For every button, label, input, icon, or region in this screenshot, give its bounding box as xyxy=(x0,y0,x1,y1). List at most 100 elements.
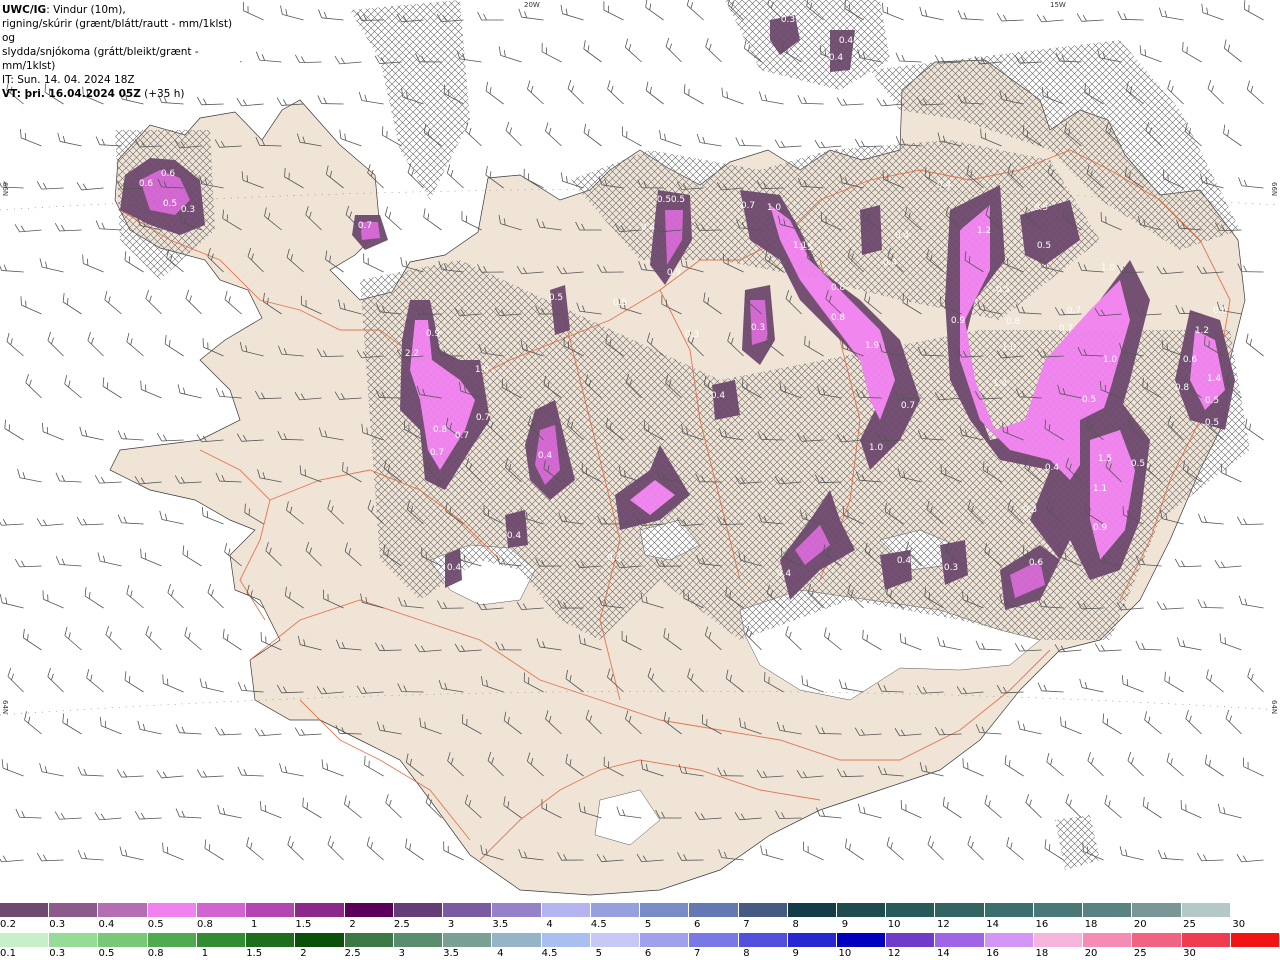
colorbar-label: 0.2 xyxy=(0,919,16,930)
precip-value-label: 0.5 xyxy=(1034,203,1048,213)
colorbar-label: 4 xyxy=(546,919,553,930)
precip-value-label: 2.2 xyxy=(405,349,419,359)
colorbar-label: 3.5 xyxy=(492,919,509,930)
colorbar-cell xyxy=(541,933,591,947)
forecast-map[interactable]: 0.3 0.4 0.4 0.5 0.6 0.6 0.5 0.3 0.7 2.2 0.9 0.8 0.7 0… xyxy=(0,0,1280,902)
precip-value-label: 0.5 xyxy=(1131,459,1145,469)
colorbar-label: 14 xyxy=(937,948,950,959)
colorbar-label: 20 xyxy=(1133,919,1147,930)
precip-value-label: 0.3 xyxy=(944,563,958,573)
colorbar-label: 8 xyxy=(743,948,750,959)
colorbar-label: 0.8 xyxy=(147,948,164,959)
colorbar-cell xyxy=(689,903,739,917)
colorbar-label: 7 xyxy=(743,919,750,930)
precip-value-label: 0.8 xyxy=(1175,383,1190,393)
colorbar-cell xyxy=(295,903,345,917)
precip-value-label: 0.9 xyxy=(426,329,441,339)
snow-colorbar-labels: 0.2 0.3 0.4 0.5 0.8 1 1.5 2 2.5 3 3.5 4 4.5 5 6 7 8 9 10 12… xyxy=(0,919,1280,931)
precip-value-label: 0.3 xyxy=(1023,505,1037,515)
precip-value-label: 0.7 xyxy=(901,401,915,411)
colorbar-label: 0.3 xyxy=(49,919,66,930)
colorbar-cell xyxy=(344,933,394,947)
snow-colorbar xyxy=(0,903,1280,917)
precip-value-label: 1.0 xyxy=(475,365,490,375)
title-line1: : Vindur (10m), xyxy=(46,4,126,16)
precip-value-label: 1.4 xyxy=(993,379,1008,389)
lead-time: (+35 h) xyxy=(140,88,185,100)
init-time: IT: Sun. 14. 04. 2024 18Z xyxy=(2,74,135,86)
precip-value-label: 0.5 xyxy=(996,285,1010,295)
precip-value-label: 1.9 xyxy=(865,341,880,351)
precip-value-label: 0.4 xyxy=(1045,463,1060,473)
precip-value-label: 0.4 xyxy=(641,223,656,233)
precip-value-label: 0.5 xyxy=(657,195,671,205)
colorbar-cell xyxy=(1230,903,1280,917)
precip-value-label: 0.8 xyxy=(831,313,846,323)
colorbar-cell xyxy=(787,903,837,917)
precip-value-label: 0.4 xyxy=(711,391,726,401)
title-line3: slydda/snjókoma (grátt/bleikt/grænt - mm… xyxy=(2,46,199,72)
coord-64n-right: 64N xyxy=(1270,700,1278,714)
precip-value-label: 0.3 xyxy=(781,15,795,25)
colorbar-cell xyxy=(836,903,887,917)
precip-value-label: 0.9 xyxy=(951,316,966,326)
colorbar-label: 16 xyxy=(1035,919,1049,930)
precip-value-label: 0.7 xyxy=(430,448,444,458)
colorbar-label: 30 xyxy=(1232,919,1246,930)
colorbar-label: 10 xyxy=(838,948,852,959)
colorbar-cell xyxy=(196,903,247,917)
coord-66n-right: 66N xyxy=(1270,182,1278,196)
precip-value-label: 0.4 xyxy=(447,563,462,573)
precip-value-label: 0.7 xyxy=(455,431,469,441)
colorbar-label: 12 xyxy=(887,948,901,959)
precip-value-label: 0.3 xyxy=(607,553,621,563)
precip-value-label: 0.4 xyxy=(897,556,912,566)
precip-value-label: 0.7 xyxy=(476,413,490,423)
precip-value-label: 0.4 xyxy=(937,180,952,190)
colorbar-label: 3 xyxy=(447,919,455,930)
precip-value-label: 0.8 xyxy=(831,283,846,293)
colorbar-cell xyxy=(1083,933,1133,947)
colorbar-label: 5 xyxy=(644,919,652,930)
precip-value-label: 0.4 xyxy=(895,231,910,241)
colorbar-label: 12 xyxy=(937,919,950,930)
colorbar-cell xyxy=(344,903,394,917)
colorbar-cell xyxy=(886,903,936,917)
precip-value-label: 0.7 xyxy=(358,221,372,231)
precip-value-label: 0.3 xyxy=(685,330,699,340)
colorbar-label: 1 xyxy=(201,948,209,959)
rain-colorbar xyxy=(0,933,1280,947)
colorbar-cell xyxy=(196,933,247,947)
map-info-box: UWC/IG: Vindur (10m), rigning/skúrir (gr… xyxy=(0,0,240,100)
colorbar-label: 9 xyxy=(841,919,849,930)
colorbar-label: 0.5 xyxy=(98,948,115,959)
colorbar-cell xyxy=(541,903,591,917)
colorbar-cell xyxy=(984,933,1034,947)
colorbar-cell xyxy=(935,903,985,917)
colorbar-cell xyxy=(393,903,444,917)
precip-value-label: 0.4 xyxy=(538,451,553,461)
colorbar-label: 7 xyxy=(694,948,701,959)
colorbar-label: 0.5 xyxy=(147,919,164,930)
colorbar-cell xyxy=(147,903,197,917)
precip-value-label: 1.2 xyxy=(977,226,991,236)
precip-value-label: 0.3 xyxy=(751,323,765,333)
colorbar-cell xyxy=(1132,903,1182,917)
color-legend: 0.2 0.3 0.4 0.5 0.8 1 1.5 2 2.5 3 3.5 4 4.5 5 6 7 8 9 10 12… xyxy=(0,902,1280,960)
colorbar-label: 16 xyxy=(986,948,999,959)
colorbar-cell xyxy=(443,933,493,947)
colorbar-cell xyxy=(492,903,542,917)
coord-64n-left: 64N xyxy=(1,700,9,714)
precip-value-label: 1.2 xyxy=(1195,326,1209,336)
precip-value-label: 0.9 xyxy=(667,268,682,278)
colorbar-label: 30 xyxy=(1183,948,1196,959)
colorbar-label: 5 xyxy=(595,948,602,959)
colorbar-cell xyxy=(1181,903,1231,917)
coord-66n-left: 66N xyxy=(1,182,9,196)
precip-value-label: 0.6 xyxy=(161,169,176,179)
colorbar-label: 25 xyxy=(1133,948,1147,959)
colorbar-label: 18 xyxy=(1084,919,1098,930)
colorbar-cell xyxy=(246,903,296,917)
colorbar-cell xyxy=(1033,933,1084,947)
colorbar-cell xyxy=(590,903,641,917)
